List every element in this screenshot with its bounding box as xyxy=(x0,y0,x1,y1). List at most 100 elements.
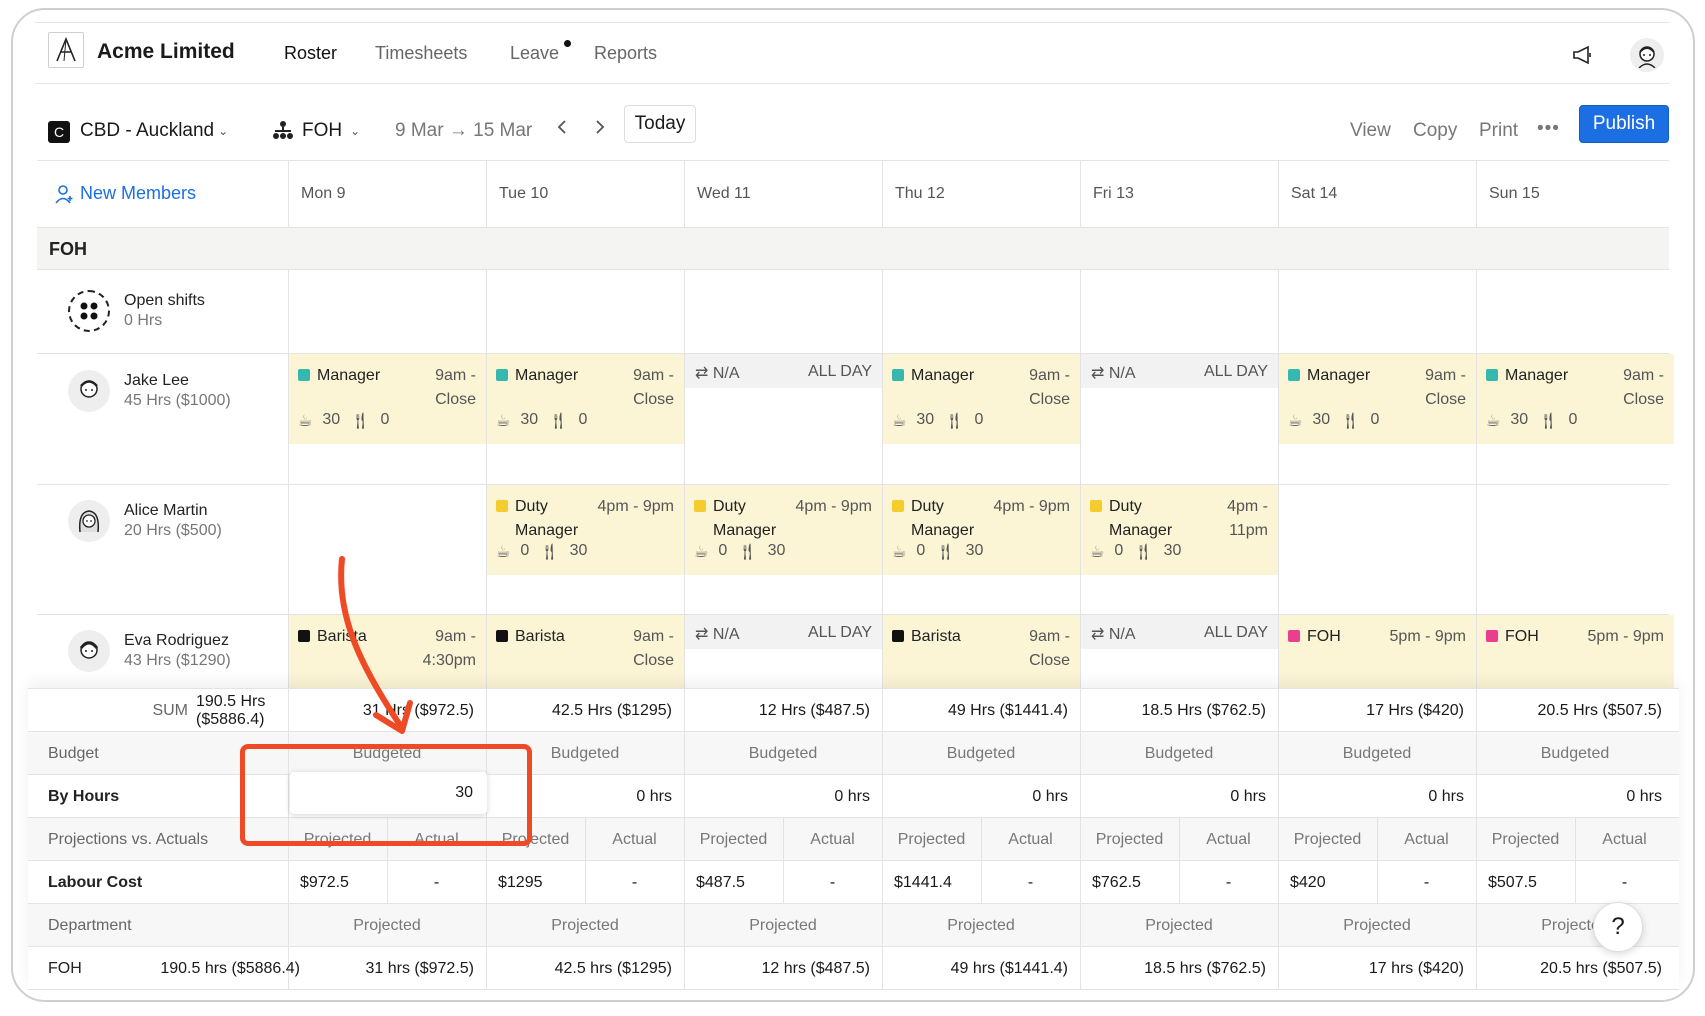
by-hours-value[interactable]: 0 hrs xyxy=(882,775,1068,818)
shift-time: 5pm - 9pm xyxy=(1389,628,1466,645)
labour-cost-projected: $762.5 xyxy=(1092,873,1141,891)
coffee-icon: ☕︎ xyxy=(892,413,907,430)
copy-button[interactable]: Copy xyxy=(1413,120,1457,142)
shift-breaks: ☕︎ 30 🍴︎ 0 xyxy=(892,411,983,431)
help-button[interactable]: ? xyxy=(1593,902,1643,952)
by-hours-value[interactable]: 0 hrs xyxy=(1476,775,1662,818)
day-header[interactable]: Wed 11 xyxy=(697,185,751,203)
publish-button[interactable]: Publish xyxy=(1579,105,1669,143)
open-shifts-row[interactable]: Open shifts 0 Hrs xyxy=(68,290,205,332)
open-shifts-label: Open shifts xyxy=(124,292,205,309)
member-jake-lee[interactable]: Jake Lee 45 Hrs ($1000) xyxy=(68,370,231,412)
labour-cost-actual: - xyxy=(1423,873,1430,891)
annotation-arrow xyxy=(338,556,413,734)
labour-cost-actual: - xyxy=(829,873,836,891)
projected-label: Projected xyxy=(551,916,619,934)
member-alice-martin[interactable]: Alice Martin 20 Hrs ($500) xyxy=(68,500,222,542)
shift-card[interactable]: Manager 9am - Close ☕︎ 30 🍴︎ 0 xyxy=(1279,354,1476,444)
budgeted-label: Budgeted xyxy=(1342,744,1412,762)
foh-label: FOH xyxy=(48,959,82,977)
break-b: 0 xyxy=(380,411,390,428)
role-color-square xyxy=(1090,500,1102,512)
avatar xyxy=(68,500,110,542)
unavailable-cell[interactable]: ⇄ N/A ALL DAY xyxy=(685,354,882,388)
by-hours-budget-input-mon[interactable]: 30 xyxy=(290,772,487,814)
projected-label: Projected xyxy=(1343,916,1411,934)
shift-card[interactable]: Manager 9am - Close ☕︎ 30 🍴︎ 0 xyxy=(487,354,684,444)
new-members-button[interactable]: New Members xyxy=(54,183,196,204)
swap-icon: ⇄ xyxy=(1091,365,1105,382)
shift-card[interactable]: Manager 9am - Close ☕︎ 30 🍴︎ 0 xyxy=(1477,354,1674,444)
user-avatar[interactable] xyxy=(1630,38,1664,72)
shift-role: Manager xyxy=(911,367,975,384)
nav-roster[interactable]: Roster xyxy=(284,43,337,64)
member-name: Jake Lee xyxy=(124,372,189,389)
chevron-down-icon: ⌄ xyxy=(350,124,361,138)
shift-role: Barista xyxy=(911,628,961,645)
shift-card[interactable]: Duty Manager 4pm - 11pm ☕︎ 0 🍴︎ 30 xyxy=(1081,485,1278,575)
sum-day: 17 Hrs ($420) xyxy=(1366,701,1464,719)
all-day-label: ALL DAY xyxy=(807,363,872,380)
cell-divider xyxy=(1080,861,1081,903)
budgeted-label: Budgeted xyxy=(946,744,1016,762)
day-header[interactable]: Tue 10 xyxy=(499,185,548,203)
shift-role: Manager xyxy=(317,367,381,384)
day-header[interactable]: Sun 15 xyxy=(1489,185,1540,203)
member-eva-rodriguez[interactable]: Eva Rodriguez 43 Hrs ($1290) xyxy=(68,630,231,672)
meal-icon: 🍴︎ xyxy=(1133,544,1154,561)
prev-week-button[interactable] xyxy=(556,118,568,142)
break-a: 0 xyxy=(1114,542,1124,559)
labour-label: Labour Cost xyxy=(48,873,143,891)
all-day-label: ALL DAY xyxy=(1203,363,1268,380)
shift-card[interactable]: Manager 9am - Close ☕︎ 30 🍴︎ 0 xyxy=(289,354,486,444)
team-selector[interactable]: FOH ⌄ xyxy=(272,120,360,142)
meal-icon: 🍴︎ xyxy=(944,413,965,430)
projected-label: Projected xyxy=(1541,916,1609,934)
meal-icon: 🍴︎ xyxy=(548,413,569,430)
budget-label: Budget xyxy=(48,744,99,762)
today-button[interactable]: Today xyxy=(624,105,696,143)
shift-time: 4pm - 9pm xyxy=(993,498,1070,515)
shift-card[interactable]: Duty Manager 4pm - 9pm ☕︎ 0 🍴︎ 30 xyxy=(685,485,882,575)
by-hours-value[interactable]: 0 hrs xyxy=(684,775,870,818)
nav-reports[interactable]: Reports xyxy=(594,43,657,64)
more-options-button[interactable]: ••• xyxy=(1537,118,1560,140)
team-label: FOH xyxy=(302,120,343,141)
unavailable-cell[interactable]: ⇄ N/A ALL DAY xyxy=(1081,354,1278,388)
department-label: Department xyxy=(48,916,132,934)
day-header[interactable]: Sat 14 xyxy=(1291,185,1337,203)
shift-card[interactable]: Duty Manager 4pm - 9pm ☕︎ 0 🍴︎ 30 xyxy=(487,485,684,575)
cell-divider xyxy=(288,861,289,903)
day-header[interactable]: Thu 12 xyxy=(895,185,945,203)
unavailable-cell[interactable]: ⇄ N/A ALL DAY xyxy=(685,615,882,649)
nav-leave[interactable]: Leave xyxy=(510,43,559,64)
print-button[interactable]: Print xyxy=(1479,120,1518,142)
shift-role: FOH xyxy=(1307,628,1341,645)
by-hours-value[interactable]: 0 hrs xyxy=(1278,775,1464,818)
shift-time: 9am - Close xyxy=(1029,367,1070,408)
shift-card[interactable]: Manager 9am - Close ☕︎ 30 🍴︎ 0 xyxy=(883,354,1080,444)
cell-divider xyxy=(1476,861,1477,903)
coffee-icon: ☕︎ xyxy=(1288,413,1303,430)
shift-card[interactable]: Duty Manager 4pm - 9pm ☕︎ 0 🍴︎ 30 xyxy=(883,485,1080,575)
actual-label: Actual xyxy=(1206,830,1251,848)
na-text: N/A xyxy=(1108,365,1136,382)
location-selector[interactable]: CBD - Auckland ⌄ xyxy=(80,120,228,142)
labour-cost-actual: - xyxy=(1027,873,1034,891)
announcement-icon[interactable] xyxy=(1568,40,1598,70)
unavailable-cell[interactable]: ⇄ N/A ALL DAY xyxy=(1081,615,1278,649)
day-header[interactable]: Mon 9 xyxy=(301,185,345,203)
sum-label: SUM xyxy=(152,701,188,719)
projected-label: Projected xyxy=(897,830,966,848)
view-button[interactable]: View xyxy=(1350,120,1391,142)
next-week-button[interactable] xyxy=(594,118,606,142)
day-header[interactable]: Fri 13 xyxy=(1093,185,1134,203)
nav-timesheets[interactable]: Timesheets xyxy=(375,43,467,64)
company-logo[interactable] xyxy=(48,32,84,68)
sum-day: 42.5 Hrs ($1295) xyxy=(551,701,672,719)
by-hours-value[interactable]: 0 hrs xyxy=(1080,775,1266,818)
company-name: Acme Limited xyxy=(97,40,235,63)
shift-role: Manager xyxy=(515,367,579,384)
na-label: ⇄ N/A xyxy=(1091,363,1136,383)
shift-breaks: ☕︎ 30 🍴︎ 0 xyxy=(1486,411,1577,431)
